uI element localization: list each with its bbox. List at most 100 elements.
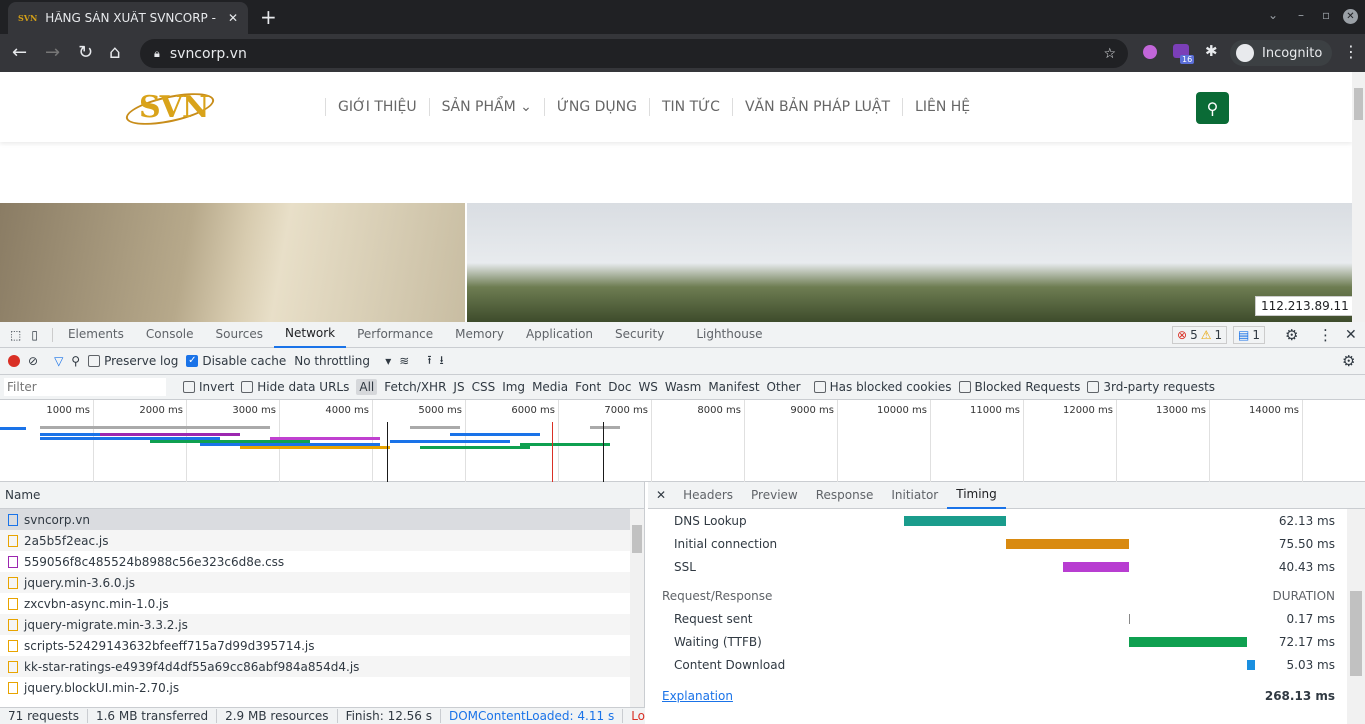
- more-options-icon[interactable]: ⋮: [1318, 326, 1333, 344]
- tab-application[interactable]: Application: [515, 322, 604, 347]
- site-search-button[interactable]: ⚲: [1196, 92, 1229, 124]
- close-tab-icon[interactable]: ✕: [228, 11, 238, 25]
- menu-kebab-icon[interactable]: ⋮: [1343, 42, 1359, 61]
- record-icon[interactable]: [8, 355, 20, 367]
- request-row[interactable]: zxcvbn-async.min-1.0.js: [0, 593, 630, 614]
- clear-icon[interactable]: ⊘: [28, 354, 38, 368]
- filter-wasm[interactable]: Wasm: [665, 380, 701, 394]
- filter-manifest[interactable]: Manifest: [708, 380, 759, 394]
- blocked-requests-checkbox[interactable]: Blocked Requests: [958, 380, 1080, 394]
- menu-lien-he[interactable]: LIÊN HỆ: [902, 98, 982, 116]
- new-tab-icon[interactable]: +: [260, 5, 277, 29]
- url-input[interactable]: 🔒︎ svncorp.vn ☆: [140, 39, 1128, 68]
- tab-timing[interactable]: Timing: [947, 481, 1006, 509]
- tab-console[interactable]: Console: [135, 322, 205, 347]
- timeline-tick: 14000 ms: [1249, 400, 1303, 482]
- request-list-scrollbar[interactable]: [630, 509, 644, 707]
- request-name: kk-star-ratings-e4939f4d4df55a69cc86abf9…: [24, 659, 360, 674]
- tab-performance[interactable]: Performance: [346, 322, 444, 347]
- menu-tin-tuc[interactable]: TIN TỨC: [648, 98, 732, 116]
- network-overview-timeline[interactable]: 1000 ms 2000 ms 3000 ms 4000 ms 5000 ms 6000 …: [0, 400, 1365, 482]
- request-row[interactable]: svncorp.vn: [0, 509, 630, 530]
- filter-media[interactable]: Media: [532, 380, 568, 394]
- throttling-select[interactable]: No throttling ▾: [294, 354, 391, 368]
- maximize-icon[interactable]: ▫: [1322, 8, 1330, 22]
- filter-js[interactable]: JS: [453, 380, 464, 394]
- timing-footer: Explanation 268.13 ms: [648, 685, 1348, 707]
- menu-gioi-thieu[interactable]: GIỚI THIỆU: [325, 98, 429, 116]
- filter-fetch-xhr[interactable]: Fetch/XHR: [384, 380, 446, 394]
- incognito-button[interactable]: Incognito: [1230, 40, 1333, 66]
- filter-css[interactable]: CSS: [472, 380, 496, 394]
- tab-response[interactable]: Response: [807, 482, 883, 508]
- issues-counter[interactable]: ⊗ 5 ⚠ 1: [1172, 326, 1228, 344]
- reload-icon[interactable]: ↻: [78, 42, 93, 63]
- tab-initiator[interactable]: Initiator: [882, 482, 947, 508]
- incognito-icon: [1236, 44, 1254, 62]
- filter-ws[interactable]: WS: [638, 380, 657, 394]
- tab-headers[interactable]: Headers: [674, 482, 742, 508]
- timing-row: Request sent 0.17 ms: [648, 608, 1348, 630]
- extensions-puzzle-icon[interactable]: ✱: [1205, 42, 1218, 60]
- site-logo[interactable]: SVN: [123, 86, 217, 132]
- page-scrollbar[interactable]: [1352, 72, 1365, 322]
- messages-counter[interactable]: ▤ 1: [1233, 326, 1265, 344]
- favicon: SVN: [18, 13, 38, 23]
- inspect-element-icon[interactable]: ⬚: [0, 328, 29, 342]
- request-row[interactable]: jquery-migrate.min-3.3.2.js: [0, 614, 630, 635]
- tab-preview[interactable]: Preview: [742, 482, 807, 508]
- search-icon[interactable]: ⚲: [71, 354, 80, 368]
- request-row[interactable]: jquery.min-3.6.0.js: [0, 572, 630, 593]
- menu-ung-dung[interactable]: ỨNG DỤNG: [543, 98, 649, 116]
- hide-data-urls-checkbox[interactable]: Hide data URLs: [241, 380, 349, 394]
- timeline-tick: 6000 ms: [511, 400, 559, 482]
- tab-elements[interactable]: Elements: [57, 322, 135, 347]
- filter-input[interactable]: [4, 378, 166, 396]
- tab-sources[interactable]: Sources: [205, 322, 274, 347]
- tab-search-icon[interactable]: ⌄: [1268, 8, 1278, 22]
- network-conditions-icon[interactable]: ≋: [399, 354, 409, 368]
- preserve-log-checkbox[interactable]: Preserve log: [88, 354, 178, 368]
- home-icon[interactable]: ⌂: [109, 42, 120, 63]
- has-blocked-cookies-checkbox[interactable]: Has blocked cookies: [813, 380, 952, 394]
- tab-memory[interactable]: Memory: [444, 322, 515, 347]
- filter-img[interactable]: Img: [502, 380, 525, 394]
- forward-icon[interactable]: →: [45, 42, 60, 63]
- close-window-icon[interactable]: ✕: [1343, 9, 1358, 24]
- request-row[interactable]: jquery.blockUI.min-2.70.js: [0, 677, 630, 698]
- browser-tab[interactable]: SVN HÃNG SẢN XUẤT SVNCORP - CÔ ✕: [8, 2, 248, 34]
- detail-scrollbar[interactable]: [1347, 509, 1365, 724]
- tab-security[interactable]: Security: [604, 322, 675, 347]
- bookmark-star-icon[interactable]: ☆: [1103, 46, 1116, 62]
- tab-lighthouse[interactable]: Lighthouse: [685, 322, 773, 347]
- filter-icon[interactable]: ▽: [54, 354, 63, 368]
- close-devtools-icon[interactable]: ✕: [1345, 327, 1357, 343]
- filter-doc[interactable]: Doc: [608, 380, 631, 394]
- menu-san-pham[interactable]: SẢN PHẨM ⌄: [428, 98, 544, 116]
- timeline-marker: [603, 422, 604, 482]
- extension-icon[interactable]: [1143, 45, 1157, 59]
- timing-value: 72.17 ms: [1278, 635, 1335, 649]
- filter-other[interactable]: Other: [767, 380, 801, 394]
- request-row[interactable]: kk-star-ratings-e4939f4d4df55a69cc86abf9…: [0, 656, 630, 677]
- explanation-link[interactable]: Explanation: [662, 685, 733, 707]
- name-column-header[interactable]: Name: [0, 482, 644, 509]
- minimize-icon[interactable]: –: [1298, 8, 1304, 22]
- menu-van-ban-phap-luat[interactable]: VĂN BẢN PHÁP LUẬT: [731, 98, 902, 116]
- invert-checkbox[interactable]: Invert: [183, 380, 234, 394]
- filter-font[interactable]: Font: [575, 380, 601, 394]
- request-row[interactable]: 2a5b5f2eac.js: [0, 530, 630, 551]
- device-toolbar-icon[interactable]: ▯: [29, 327, 53, 342]
- third-party-checkbox[interactable]: 3rd-party requests: [1087, 380, 1215, 394]
- request-row[interactable]: scripts-52429143632bfeeff715a7d99d395714…: [0, 635, 630, 656]
- close-detail-icon[interactable]: ✕: [648, 488, 674, 502]
- tab-network[interactable]: Network: [274, 321, 347, 348]
- filter-all[interactable]: All: [356, 379, 378, 395]
- settings-gear-icon[interactable]: ⚙: [1285, 326, 1298, 344]
- import-har-icon[interactable]: ⭱: [427, 351, 431, 372]
- network-settings-icon[interactable]: ⚙: [1342, 352, 1355, 370]
- disable-cache-checkbox[interactable]: ✓ Disable cache: [186, 354, 286, 368]
- export-har-icon[interactable]: ⭳: [440, 351, 444, 372]
- back-icon[interactable]: ←: [12, 42, 27, 63]
- request-row[interactable]: 559056f8c485524b8988c56e323c6d8e.css: [0, 551, 630, 572]
